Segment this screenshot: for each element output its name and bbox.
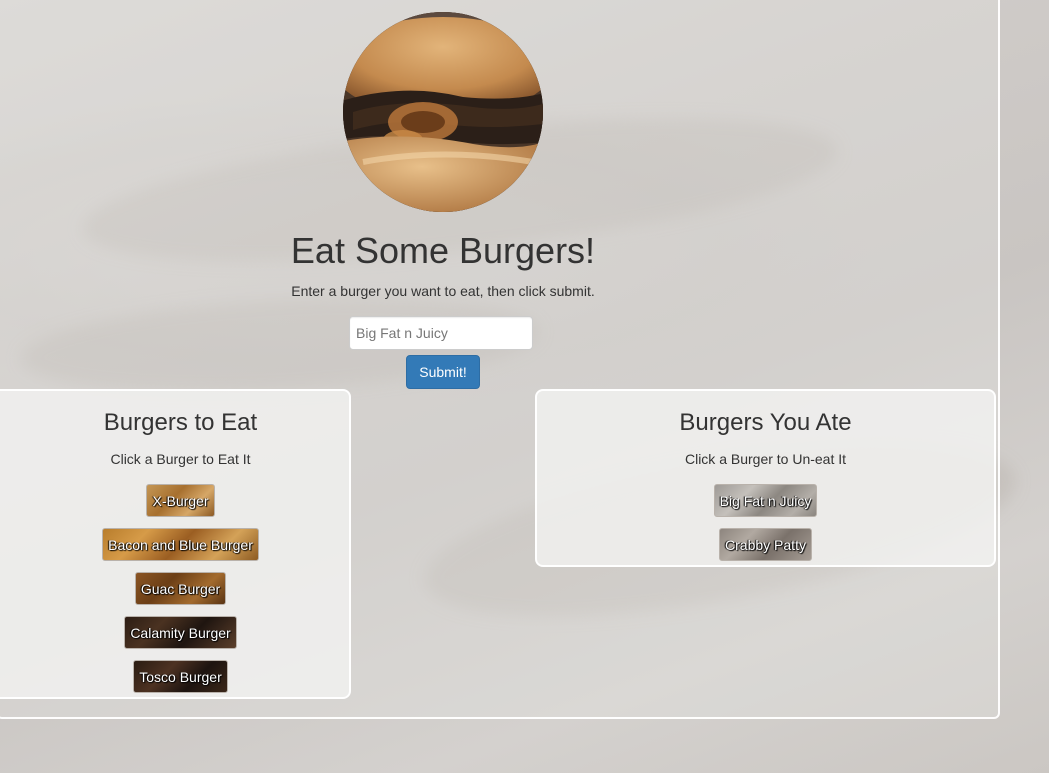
burgers-to-eat-list: X-Burger Bacon and Blue Burger Guac Burg… <box>12 484 349 693</box>
eaten-burger-button[interactable]: Crabby Patty <box>719 528 812 561</box>
page-subtitle: Enter a burger you want to eat, then cli… <box>291 283 595 299</box>
burger-avatar-image <box>343 12 543 212</box>
burgers-eaten-hint: Click a Burger to Un-eat It <box>684 451 847 467</box>
burgers-eaten-list: Big Fat n Juicy Crabby Patty <box>537 484 994 561</box>
burger-button[interactable]: Tosco Burger <box>133 660 228 693</box>
burgers-to-eat-hint: Click a Burger to Eat It <box>110 451 251 467</box>
burgers-eaten-panel: Burgers You Ate Click a Burger to Un-eat… <box>535 389 996 567</box>
burger-photo-icon <box>343 12 543 212</box>
burger-name-input[interactable] <box>349 316 533 350</box>
burgers-to-eat-heading: Burgers to Eat <box>103 409 258 436</box>
burger-button[interactable]: X-Burger <box>146 484 215 517</box>
submit-button[interactable]: Submit! <box>406 355 480 389</box>
burgers-to-eat-panel: Burgers to Eat Click a Burger to Eat It … <box>0 389 351 699</box>
burgers-eaten-heading: Burgers You Ate <box>679 409 852 436</box>
page-title: Eat Some Burgers! <box>290 230 596 271</box>
burger-button[interactable]: Guac Burger <box>134 572 227 605</box>
burger-button[interactable]: Calamity Burger <box>124 616 237 649</box>
burger-button[interactable]: Bacon and Blue Burger <box>102 528 259 561</box>
eaten-burger-button[interactable]: Big Fat n Juicy <box>713 484 818 517</box>
